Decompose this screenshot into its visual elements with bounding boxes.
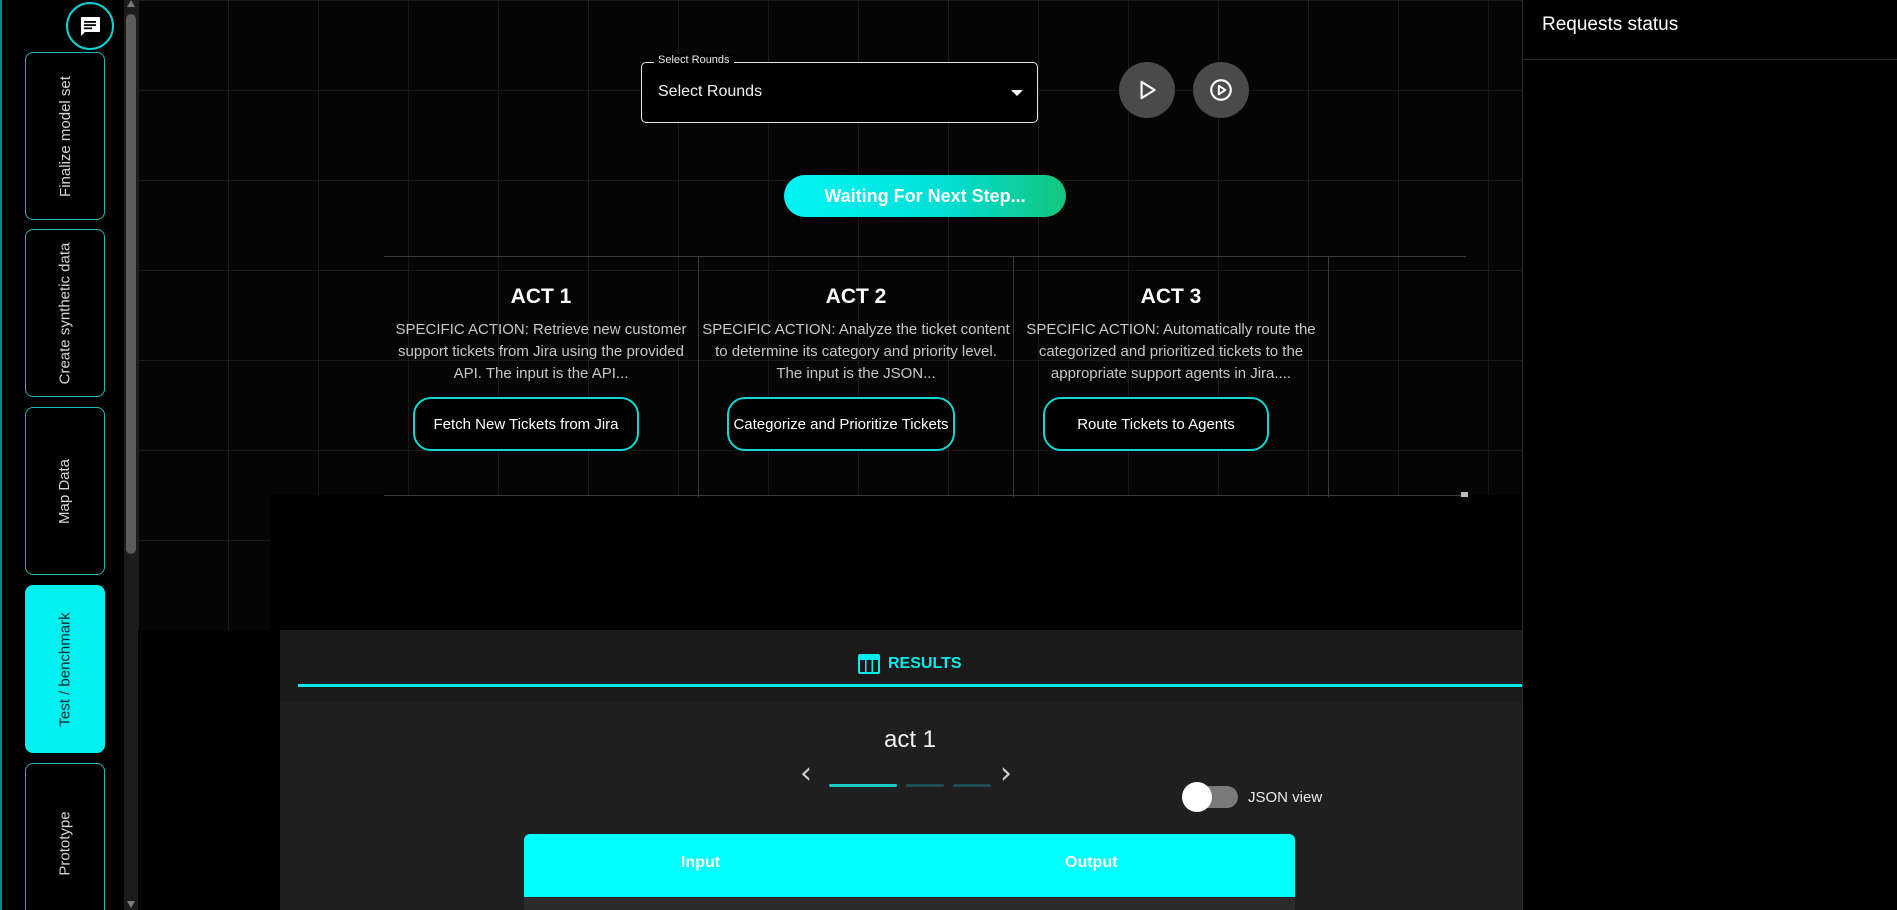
results-tab-label: RESULTS [888, 655, 962, 672]
act-description: SPECIFIC ACTION: Automatically route the… [1026, 321, 1316, 382]
nav-label: Test / benchmark [56, 611, 74, 727]
nav-label: Create synthetic data [56, 242, 74, 384]
act-title: ACT 2 [825, 285, 887, 308]
acts-panel: ACT 1 SPECIFIC ACTION: Retrieve new cust… [384, 256, 1468, 497]
io-header-output: Output [1065, 854, 1118, 871]
nav-create-synthetic-data[interactable]: Create synthetic data [25, 229, 105, 397]
play-icon [1140, 80, 1156, 100]
io-header-input: Input [681, 854, 721, 871]
json-view-label: JSON view [1248, 788, 1323, 806]
play-button[interactable] [1119, 62, 1175, 118]
requests-status-panel: Requests status [1522, 0, 1897, 910]
dropdown-caret-icon [1011, 90, 1023, 96]
chat-button[interactable] [66, 2, 114, 50]
toggle-track[interactable] [1182, 782, 1238, 812]
act-card: ACT 1 SPECIFIC ACTION: Retrieve new cust… [384, 257, 699, 497]
nav-finalize-model-set[interactable]: Finalize model set [25, 52, 105, 220]
nav-label: Finalize model set [56, 75, 74, 197]
select-rounds-legend: Select Rounds [654, 54, 734, 66]
act-title: ACT 1 [510, 285, 572, 308]
results-section: RESULTS act 1 ‹ › JSON view Input Output [280, 630, 1522, 910]
nav-label: Prototype [56, 810, 74, 876]
divider [1523, 59, 1897, 60]
select-rounds-dropdown[interactable]: Select Rounds Select Rounds [641, 54, 1038, 123]
results-tab-underline [298, 684, 1522, 687]
nav-prototype[interactable]: Prototype [25, 763, 105, 910]
scroll-thumb[interactable] [126, 14, 136, 554]
sidebar-scrollbar[interactable] [124, 0, 138, 910]
nav-map-data[interactable]: Map Data [25, 407, 105, 575]
scroll-up-icon[interactable] [127, 0, 135, 7]
act-card: ACT 2 SPECIFIC ACTION: Analyze the ticke… [699, 257, 1014, 497]
act-description: SPECIFIC ACTION: Retrieve new customer s… [395, 321, 687, 382]
resize-handle[interactable] [1461, 492, 1468, 497]
chat-icon [81, 17, 100, 36]
sidebar: Finalize model set Create synthetic data… [0, 0, 124, 910]
canvas-blank-area [270, 495, 1522, 630]
nav-label: Map Data [56, 458, 74, 524]
play-circle-button[interactable] [1193, 62, 1249, 118]
act-action-button[interactable]: Route Tickets to Agents [1043, 397, 1269, 451]
requests-status-title: Requests status [1542, 14, 1679, 35]
act-action-button[interactable]: Categorize and Prioritize Tickets [727, 397, 955, 451]
status-pill: Waiting For Next Step... [784, 175, 1066, 217]
io-table-header: Input Output [524, 834, 1295, 897]
act-action-button[interactable]: Fetch New Tickets from Jira [413, 397, 639, 451]
page-indicator-active[interactable] [829, 784, 897, 787]
act-card: ACT 3 SPECIFIC ACTION: Automatically rou… [1014, 257, 1329, 497]
json-view-toggle[interactable]: JSON view [1182, 782, 1324, 812]
page-indicator[interactable] [906, 784, 944, 787]
current-act-label: act 1 [883, 726, 937, 753]
select-rounds-value: Select Rounds [658, 83, 763, 100]
play-circle-icon [1210, 79, 1232, 101]
act-description: SPECIFIC ACTION: Analyze the ticket cont… [702, 321, 1010, 382]
nav-test-benchmark[interactable]: Test / benchmark [25, 585, 105, 753]
toggle-knob[interactable] [1182, 782, 1212, 812]
tab-results[interactable]: RESULTS [858, 654, 961, 674]
io-table-body [524, 897, 1295, 910]
io-table: Input Output [524, 834, 1295, 910]
scroll-down-icon[interactable] [127, 901, 135, 908]
chevron-right-icon[interactable]: › [1000, 759, 1012, 789]
act-title: ACT 3 [1140, 285, 1202, 308]
table-icon [858, 654, 880, 674]
page-indicator[interactable] [953, 784, 991, 787]
chevron-left-icon[interactable]: ‹ [800, 759, 812, 789]
